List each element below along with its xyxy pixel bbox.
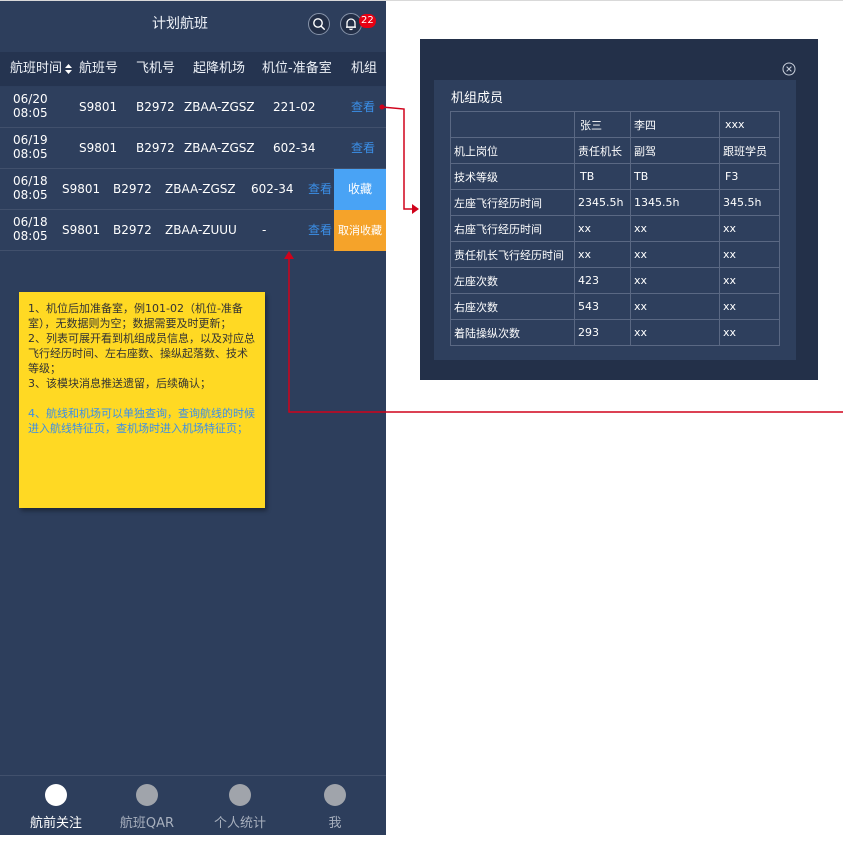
column-header-gate: 机位-准备室 — [262, 61, 332, 76]
tab-icon — [324, 784, 346, 806]
notification-badge: 22 — [359, 14, 376, 28]
table-row: 机上岗位 责任机长 副驾 跟班学员 — [450, 137, 780, 164]
column-header-route: 起降机场 — [193, 61, 246, 76]
note-line: 3、该模块消息推送遗留，后续确认； — [28, 377, 211, 390]
bell-icon — [346, 18, 356, 31]
view-crew-link[interactable]: 查看 — [351, 87, 375, 128]
route-link[interactable]: ZBAA-ZGSZ — [165, 169, 236, 210]
unfavorite-button[interactable]: 取消收藏 — [334, 210, 386, 251]
flight-number: S9801 — [79, 141, 118, 155]
table-row: 张三 李四 xxx — [450, 111, 780, 138]
view-crew-link[interactable]: 查看 — [351, 128, 375, 169]
crew-dialog-title: 机组成员 — [451, 91, 504, 106]
tab-icon — [45, 784, 67, 806]
route-link[interactable]: ZBAA-ZUUU — [165, 210, 237, 251]
flight-date: 06/18 08:05 — [13, 174, 48, 202]
view-crew-link[interactable]: 查看 — [308, 169, 332, 210]
flight-date: 06/19 08:05 — [13, 133, 48, 161]
column-header-time[interactable]: 航班时间 — [10, 52, 73, 86]
tab-personal-stats[interactable]: 个人统计 — [193, 776, 287, 831]
annotation-note: 1、机位后加准备室，例101-02（机位-准备室），无数据则为空；数据需要及时更… — [19, 292, 265, 508]
table-header: 航班时间 航班号 飞机号 起降机场 机位-准备室 机组 — [0, 52, 386, 86]
view-crew-link[interactable]: 查看 — [308, 210, 332, 251]
page-title: 计划航班 — [152, 16, 208, 32]
table-row: 责任机长飞行经历时间 xx xx xx — [450, 241, 780, 268]
route-link[interactable]: ZBAA-ZGSZ — [184, 128, 255, 169]
table-row[interactable]: 06/18 08:05 S9801 B2972 ZBAA-ZGSZ 602-34 … — [0, 169, 386, 210]
aircraft-number: B2972 — [113, 182, 152, 196]
aircraft-number: B2972 — [113, 223, 152, 237]
table-row: 左座飞行经历时间 2345.5h 1345.5h 345.5h — [450, 189, 780, 216]
tab-flight-qar[interactable]: 航班QAR — [100, 776, 194, 831]
flight-number: S9801 — [62, 182, 101, 196]
tab-icon — [229, 784, 251, 806]
note-line: 1、机位后加准备室，例101-02（机位-准备室），无数据则为空；数据需要及时更… — [28, 302, 243, 330]
gate-room: - — [262, 223, 267, 237]
tab-preflight[interactable]: 航前关注 — [9, 776, 103, 831]
column-header-flight: 航班号 — [79, 61, 119, 76]
sort-icon — [65, 63, 73, 74]
route-link[interactable]: ZBAA-ZGSZ — [184, 87, 255, 128]
note-line: 2、列表可展开看到机组成员信息，以及对应总飞行经历时间、左右座数、操纵起落数、技… — [28, 332, 255, 375]
flight-date: 06/20 08:05 — [13, 92, 48, 120]
table-row: 右座次数 543 xx xx — [450, 293, 780, 320]
column-header-crew: 机组 — [351, 61, 378, 76]
table-row: 着陆操纵次数 293 xx xx — [450, 319, 780, 346]
tab-me[interactable]: 我 — [288, 776, 382, 831]
gate-room: 221-02 — [273, 100, 316, 114]
flight-date: 06/18 08:05 — [13, 215, 48, 243]
table-row[interactable]: 06/18 08:05 S9801 B2972 ZBAA-ZUUU - 查看 取消… — [0, 210, 386, 251]
favorite-button[interactable]: 收藏 — [334, 169, 386, 210]
aircraft-number: B2972 — [136, 141, 175, 155]
bottom-tab-bar: 航前关注 航班QAR 个人统计 我 — [0, 775, 386, 835]
table-row: 技术等级 TB TB F3 — [450, 163, 780, 190]
table-row[interactable]: 06/19 08:05 S9801 B2972 ZBAA-ZGSZ 602-34 … — [0, 128, 386, 169]
table-row: 右座飞行经历时间 xx xx xx — [450, 215, 780, 242]
search-icon — [313, 18, 326, 31]
flight-number: S9801 — [62, 223, 101, 237]
crew-table: 张三 李四 xxx 机上岗位 责任机长 副驾 跟班学员 技术等级 TB TB F3 左座飞行经历… — [450, 111, 780, 346]
gate-room: 602-34 — [251, 182, 294, 196]
column-header-aircraft: 飞机号 — [136, 61, 176, 76]
table-row: 左座次数 423 xx xx — [450, 267, 780, 294]
table-row[interactable]: 06/20 08:05 S9801 B2972 ZBAA-ZGSZ 221-02 … — [0, 87, 386, 128]
aircraft-number: B2972 — [136, 100, 175, 114]
note-line-highlight: 4、航线和机场可以单独查询，查询航线的时候进入航线特征页，查机场时进入机场特征页… — [28, 407, 255, 435]
flight-number: S9801 — [79, 100, 118, 114]
search-button[interactable] — [308, 13, 330, 35]
close-circle-icon[interactable] — [782, 62, 796, 76]
gate-room: 602-34 — [273, 141, 316, 155]
tab-icon — [136, 784, 158, 806]
